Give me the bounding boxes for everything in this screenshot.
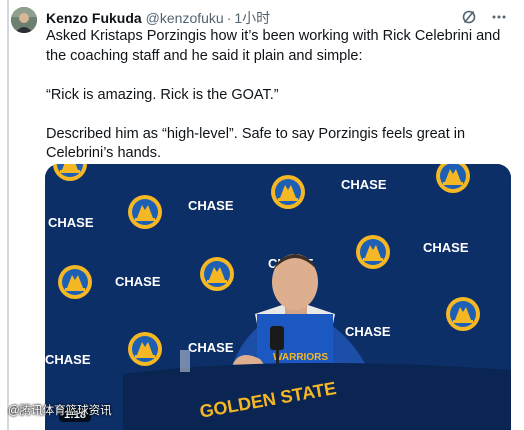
- separator-dot: ·: [226, 10, 232, 26]
- backdrop-chase-5: CHASE: [115, 274, 161, 289]
- grok-slash-icon[interactable]: [460, 8, 478, 26]
- tweet-text: Asked Kristaps Porzingis how it’s been w…: [46, 27, 514, 164]
- backdrop-chase-1: CHASE: [341, 177, 387, 192]
- timestamp[interactable]: 1小时: [234, 8, 270, 28]
- tweet-paragraph-2: “Rick is amazing. Rick is the GOAT.”: [46, 86, 279, 103]
- backdrop-chase-8: CHASE: [345, 324, 391, 339]
- header-actions: [460, 8, 508, 26]
- jersey-text: WARRIORS: [273, 352, 328, 363]
- watermark: @腾讯体育篮球资讯: [8, 405, 112, 417]
- backdrop-chase-4: CHASE: [423, 240, 469, 255]
- author-handle[interactable]: @kenzofuku: [146, 8, 224, 28]
- video-frame: CHASE CHASE CHASE CHASE CHASE CHASE CHAS…: [45, 164, 511, 430]
- more-horizontal-icon[interactable]: [490, 8, 508, 26]
- tweet-paragraph-3: Described him as “high-level”. Safe to s…: [46, 125, 466, 162]
- thread-line: [7, 0, 9, 430]
- tweet-header: Kenzo Fukuda @kenzofuku · 1小时: [46, 8, 270, 28]
- author-name[interactable]: Kenzo Fukuda: [46, 8, 142, 28]
- tweet-paragraph-1: Asked Kristaps Porzingis how it’s been w…: [46, 28, 501, 64]
- backdrop-chase-7: CHASE: [188, 340, 234, 355]
- backdrop-chase-3: CHASE: [48, 215, 94, 230]
- video-player[interactable]: CHASE CHASE CHASE CHASE CHASE CHASE CHAS…: [45, 164, 511, 430]
- backdrop-chase-2: CHASE: [188, 198, 234, 213]
- backdrop-chase-9: CHASE: [45, 352, 91, 367]
- avatar[interactable]: [11, 7, 37, 33]
